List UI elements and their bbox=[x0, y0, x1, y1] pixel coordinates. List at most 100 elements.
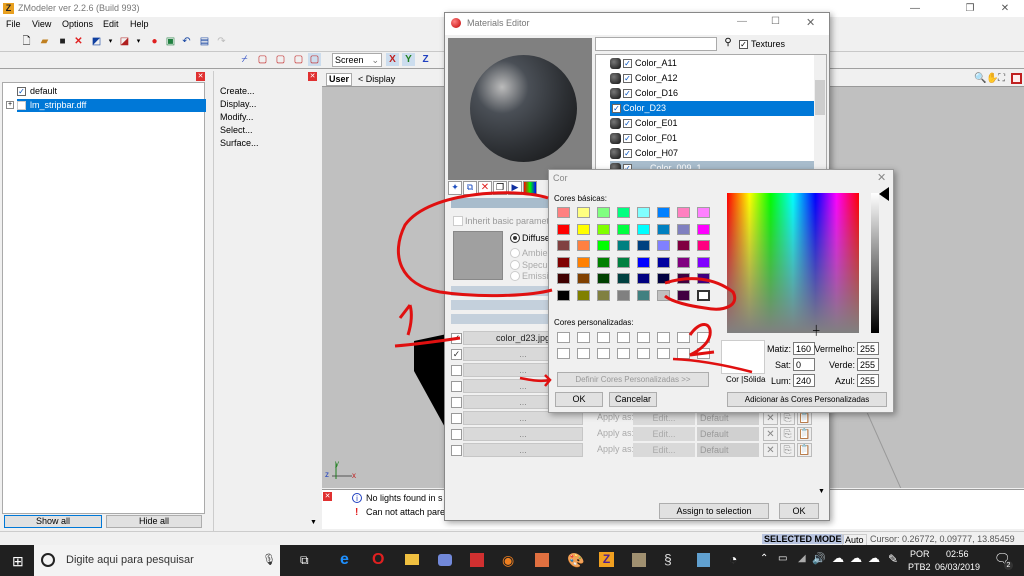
basic-color-swatch[interactable] bbox=[677, 289, 690, 301]
basic-color-swatch[interactable] bbox=[577, 223, 590, 235]
axis-z-toggle[interactable]: Z bbox=[419, 53, 432, 66]
custom-color-swatch[interactable] bbox=[597, 348, 610, 359]
map-app-icon[interactable] bbox=[632, 553, 646, 567]
close-log-icon[interactable]: ✕ bbox=[323, 492, 332, 501]
blue-field[interactable]: 255 bbox=[857, 374, 879, 387]
diffuse-radio[interactable] bbox=[510, 233, 520, 243]
delete-icon[interactable]: ✕ bbox=[72, 35, 85, 48]
basic-color-swatch[interactable] bbox=[697, 240, 710, 251]
texture-checkbox[interactable] bbox=[451, 397, 462, 408]
edit-texture-button[interactable]: Edit... bbox=[633, 427, 695, 441]
delete-material-icon[interactable]: ✕ bbox=[478, 181, 492, 195]
new-material-icon[interactable]: ✦ bbox=[448, 181, 462, 195]
redo-icon[interactable]: ↷ bbox=[215, 35, 228, 48]
ok-button[interactable]: OK bbox=[779, 503, 819, 519]
undo-icon[interactable]: ↶ bbox=[180, 35, 193, 48]
basic-color-swatch[interactable] bbox=[617, 207, 630, 218]
remove-texture-icon[interactable]: ✕ bbox=[763, 443, 778, 457]
section-header[interactable] bbox=[451, 300, 551, 310]
red-field[interactable]: 255 bbox=[857, 342, 879, 355]
luminance-slider[interactable] bbox=[871, 193, 879, 333]
texture-checkbox[interactable] bbox=[451, 445, 462, 456]
diffuse-color-swatch[interactable] bbox=[453, 231, 503, 280]
find-icon[interactable]: ⚲ bbox=[721, 37, 735, 51]
material-item[interactable]: ✓ Color_E01 bbox=[610, 116, 814, 131]
palette-icon[interactable] bbox=[523, 181, 537, 195]
axis-x-toggle[interactable]: X bbox=[386, 53, 399, 66]
cloud-icon[interactable]: ☁ bbox=[868, 551, 880, 565]
texture-checkbox[interactable]: ✓ bbox=[451, 349, 462, 360]
custom-color-swatch[interactable] bbox=[637, 332, 650, 343]
define-custom-colors-button[interactable]: Definir Cores Personalizadas >> bbox=[557, 372, 709, 387]
select-all-icon[interactable]: ▢ bbox=[308, 53, 321, 66]
save-icon[interactable]: ■ bbox=[56, 35, 69, 48]
keyboard-layout[interactable]: PTB2 bbox=[908, 562, 931, 572]
menu-help[interactable]: Help bbox=[130, 19, 149, 29]
custom-color-swatch[interactable] bbox=[697, 332, 710, 343]
basic-color-swatch[interactable] bbox=[637, 223, 650, 235]
textures-checkbox[interactable]: ✓ bbox=[739, 40, 748, 49]
pan-icon[interactable]: ✋ bbox=[986, 73, 998, 84]
basic-color-swatch[interactable] bbox=[697, 207, 710, 218]
menu-file[interactable]: File bbox=[6, 19, 21, 29]
basic-color-swatch[interactable] bbox=[697, 256, 710, 268]
copy-texture-icon[interactable]: ⎘ bbox=[780, 443, 795, 457]
tree-item-lm-stripbar[interactable]: lm_stripbar.dff bbox=[17, 99, 206, 112]
paste-texture-icon[interactable]: 📋 bbox=[797, 427, 812, 441]
material-item[interactable]: ✓ Color_F01 bbox=[610, 131, 814, 146]
visibility-checkbox[interactable]: ✓ bbox=[17, 87, 26, 96]
app-s-icon[interactable]: § bbox=[664, 551, 672, 567]
basic-color-swatch[interactable] bbox=[557, 207, 570, 218]
clock-date[interactable]: 06/03/2019 bbox=[935, 562, 980, 572]
paint-icon[interactable]: 🎨 bbox=[567, 552, 584, 569]
sketchup-icon[interactable] bbox=[470, 553, 484, 567]
custom-color-swatch[interactable] bbox=[617, 348, 630, 359]
expand-icon[interactable]: + bbox=[6, 101, 14, 109]
material-item[interactable]: ✓ Color_D16 bbox=[610, 86, 814, 101]
volume-icon[interactable]: 🔊 bbox=[812, 552, 826, 565]
zoom-extents-icon[interactable]: ⛶ bbox=[998, 73, 1005, 84]
cloud-icon[interactable]: ☁ bbox=[832, 551, 844, 565]
select-object-icon[interactable]: ▢ bbox=[292, 53, 305, 66]
basic-color-swatch[interactable] bbox=[597, 223, 610, 235]
discord-icon[interactable] bbox=[438, 554, 452, 566]
custom-color-swatch[interactable] bbox=[677, 348, 690, 359]
basic-color-swatch[interactable] bbox=[617, 273, 630, 284]
basic-color-swatch[interactable] bbox=[597, 289, 610, 301]
properties-icon[interactable]: ▤ bbox=[198, 35, 211, 48]
scroll-down-icon[interactable]: ▼ bbox=[310, 519, 317, 526]
ok-button[interactable]: OK bbox=[555, 392, 603, 407]
material-checkbox[interactable]: ✓ bbox=[612, 104, 621, 113]
basic-color-swatch[interactable] bbox=[557, 256, 570, 268]
command-modify[interactable]: Modify... bbox=[220, 112, 253, 122]
menu-edit[interactable]: Edit bbox=[103, 19, 119, 29]
custom-color-swatch[interactable] bbox=[557, 348, 570, 359]
luminance-slider-arrow[interactable] bbox=[879, 187, 889, 201]
remove-texture-icon[interactable]: ✕ bbox=[763, 427, 778, 441]
basic-color-swatch[interactable] bbox=[697, 289, 710, 301]
task-view-icon[interactable]: ⧉ bbox=[300, 553, 309, 568]
section-header[interactable] bbox=[451, 286, 551, 296]
export-icon[interactable]: ◪ bbox=[118, 35, 131, 48]
minimize-button[interactable]: — bbox=[900, 2, 930, 16]
material-item-selected[interactable]: ✓ Color_D23 bbox=[610, 101, 814, 116]
material-checkbox[interactable]: ✓ bbox=[623, 134, 632, 143]
opera-icon[interactable]: O bbox=[372, 551, 384, 569]
basic-color-swatch[interactable] bbox=[637, 256, 650, 268]
restore-button[interactable]: ❐ bbox=[955, 2, 985, 16]
edit-texture-button[interactable]: Edit... bbox=[633, 411, 695, 425]
green-field[interactable]: 255 bbox=[857, 358, 879, 371]
apply-mode-select[interactable]: Default bbox=[697, 427, 759, 441]
hide-all-button[interactable]: Hide all bbox=[106, 515, 202, 528]
assign-to-selection-button[interactable]: Assign to selection bbox=[659, 503, 769, 519]
zoom-icon[interactable]: 🔍 bbox=[974, 73, 986, 84]
maximize-button[interactable]: ☐ bbox=[771, 16, 780, 27]
specular-radio[interactable] bbox=[510, 260, 520, 270]
basic-color-swatch[interactable] bbox=[617, 240, 630, 251]
basic-color-swatch[interactable] bbox=[577, 256, 590, 268]
custom-color-swatch[interactable] bbox=[617, 332, 630, 343]
wifi-icon[interactable]: ◢ bbox=[798, 553, 806, 564]
basic-color-swatch[interactable] bbox=[697, 273, 710, 284]
material-item[interactable]: ✓ Color_H07 bbox=[610, 146, 814, 161]
play-icon[interactable]: ▶ bbox=[508, 181, 522, 195]
